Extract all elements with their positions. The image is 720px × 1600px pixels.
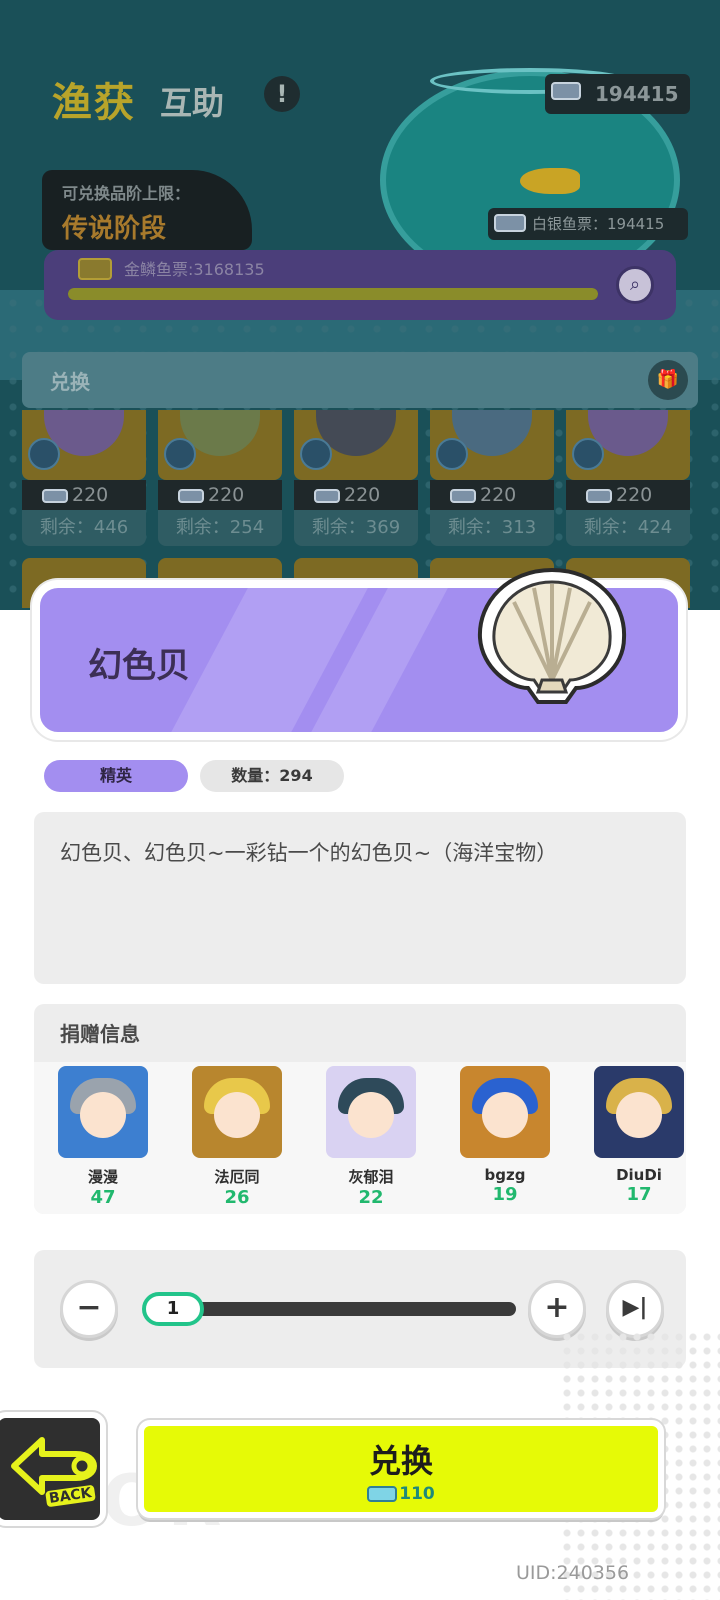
donor-list[interactable]: 漫漫 47 法厄同 26 灰郁泪 22 bgzg 19 DiuDi 17: [34, 1062, 686, 1214]
exchange-item-remaining: 剩余：254: [158, 510, 282, 546]
exchange-section-header: 兑换 🎁: [22, 352, 698, 408]
rank-limit-panel: 可兑换品阶上限： 传说阶段: [42, 170, 252, 250]
donor-name: 漫漫: [87, 1168, 118, 1186]
category-badge-icon: [300, 438, 332, 470]
silver-ticket-label: 白银鱼票：194415: [532, 215, 665, 233]
gold-ticket-panel: 金鳞鱼票:3168135 ⌕: [44, 250, 676, 320]
exchange-item-image: [22, 410, 146, 480]
item-description: 幻色贝、幻色贝~一彩钻一个的幻色贝~（海洋宝物）: [34, 812, 686, 984]
confirm-exchange-button[interactable]: 兑换 110: [138, 1420, 664, 1518]
ticket-icon: [314, 488, 340, 503]
donor-item[interactable]: DiuDi 17: [584, 1066, 686, 1205]
donor-name: 灰郁泪: [348, 1168, 394, 1186]
donor-panel-title: 捐赠信息: [60, 1022, 140, 1046]
exchange-item-image: [294, 410, 418, 480]
category-badge-icon: [28, 438, 60, 470]
confirm-exchange-cost: 110: [144, 1484, 658, 1504]
confirm-exchange-label: 兑换: [368, 1442, 433, 1480]
donor-item[interactable]: 法厄同 26: [182, 1066, 292, 1208]
back-button[interactable]: BACK: [0, 1412, 106, 1526]
exchange-item-image: [430, 410, 554, 480]
donor-avatar: [594, 1066, 684, 1158]
decrease-button[interactable]: −: [60, 1280, 118, 1338]
ticket-balance-value: 194415: [595, 82, 679, 106]
donor-count: 26: [224, 1187, 250, 1208]
ticket-icon: [586, 488, 612, 503]
exchange-item-remaining: 剩余：369: [294, 510, 418, 546]
exchange-item-price: 220: [158, 480, 282, 510]
exchange-item-price-value: 220: [616, 484, 653, 506]
donor-panel: 捐赠信息 漫漫 47 法厄同 26 灰郁泪 22 bgzg 19 DiuDi 17: [34, 1004, 686, 1214]
ticket-icon: [450, 488, 476, 503]
donor-item[interactable]: 灰郁泪 22: [316, 1066, 426, 1208]
silver-ticket-balance: 白银鱼票：194415: [488, 208, 688, 240]
donor-name: DiuDi: [616, 1166, 662, 1184]
donor-name: bgzg: [484, 1166, 526, 1184]
gold-ticket-label: 金鳞鱼票:3168135: [124, 260, 265, 279]
exchange-section-label: 兑换: [50, 370, 90, 394]
page-subtitle: 互助: [160, 84, 225, 122]
exchange-item-price: 220: [22, 480, 146, 510]
gift-icon[interactable]: 🎁: [648, 360, 688, 400]
background-scene: 渔获 互助 ! 194415 可兑换品阶上限： 传说阶段 白银鱼票：194415…: [0, 0, 720, 620]
exchange-item-image: [566, 410, 690, 480]
category-badge-icon: [572, 438, 604, 470]
ticket-balance: 194415: [545, 74, 690, 114]
donor-count: 17: [626, 1184, 652, 1205]
search-icon[interactable]: ⌕: [616, 266, 654, 304]
exchange-item-grid: 220 剩余：446 220 剩余：254 220 剩余：369 220 剩余：313 220 剩…: [22, 410, 702, 550]
rank-limit-label: 可兑换品阶上限：: [62, 184, 191, 203]
exchange-item-price-value: 220: [208, 484, 245, 506]
exchange-item-remaining: 剩余：446: [22, 510, 146, 546]
rank-limit-value: 传说阶段: [62, 214, 167, 244]
exchange-item-price-value: 220: [344, 484, 381, 506]
donor-avatar: [460, 1066, 550, 1158]
exchange-item-price: 220: [294, 480, 418, 510]
exchange-item-card[interactable]: 220 剩余：446: [22, 410, 146, 550]
ticket-icon: [367, 1486, 398, 1502]
donor-name: 法厄同: [214, 1168, 260, 1186]
confirm-exchange-cost-value: 110: [399, 1484, 435, 1504]
rank-badge: 精英: [44, 760, 188, 792]
ticket-icon: [42, 488, 68, 503]
gold-progress-track: [68, 288, 598, 300]
exchange-item-price: 220: [566, 480, 690, 510]
donor-count: 22: [358, 1187, 384, 1208]
user-id: UID:240356: [516, 1562, 630, 1584]
exchange-item-card[interactable]: 220 剩余：424: [566, 410, 690, 550]
exchange-item-price: 220: [430, 480, 554, 510]
donor-avatar: [58, 1066, 148, 1158]
info-icon[interactable]: !: [264, 76, 300, 112]
fish-image: [520, 168, 580, 194]
category-badge-icon: [164, 438, 196, 470]
ticket-icon: [178, 488, 204, 503]
quantity-slider-thumb[interactable]: 1: [142, 1292, 204, 1326]
exchange-item-card[interactable]: 220 剩余：254: [158, 410, 282, 550]
donor-count: 47: [90, 1187, 116, 1208]
exchange-item-price-value: 220: [480, 484, 517, 506]
donor-item[interactable]: bgzg 19: [450, 1066, 560, 1205]
donor-avatar: [192, 1066, 282, 1158]
item-name: 幻色贝: [88, 646, 190, 686]
gold-progress-fill: [68, 288, 598, 300]
exchange-item-price-value: 220: [72, 484, 109, 506]
donor-item[interactable]: 漫漫 47: [48, 1066, 158, 1208]
exchange-item-card[interactable]: 220 剩余：313: [430, 410, 554, 550]
shell-icon: [468, 556, 636, 712]
category-badge-icon: [436, 438, 468, 470]
page-title: 渔获: [52, 80, 136, 126]
exchange-item-image: [158, 410, 282, 480]
silver-ticket-icon: [494, 214, 526, 232]
ticket-icon: [551, 82, 581, 100]
exchange-item-remaining: 剩余：424: [566, 510, 690, 546]
exchange-item-card[interactable]: 220 剩余：369: [294, 410, 418, 550]
donor-avatar: [326, 1066, 416, 1158]
quantity-badge: 数量：294: [200, 760, 344, 792]
exchange-item-remaining: 剩余：313: [430, 510, 554, 546]
donor-count: 19: [492, 1184, 518, 1205]
